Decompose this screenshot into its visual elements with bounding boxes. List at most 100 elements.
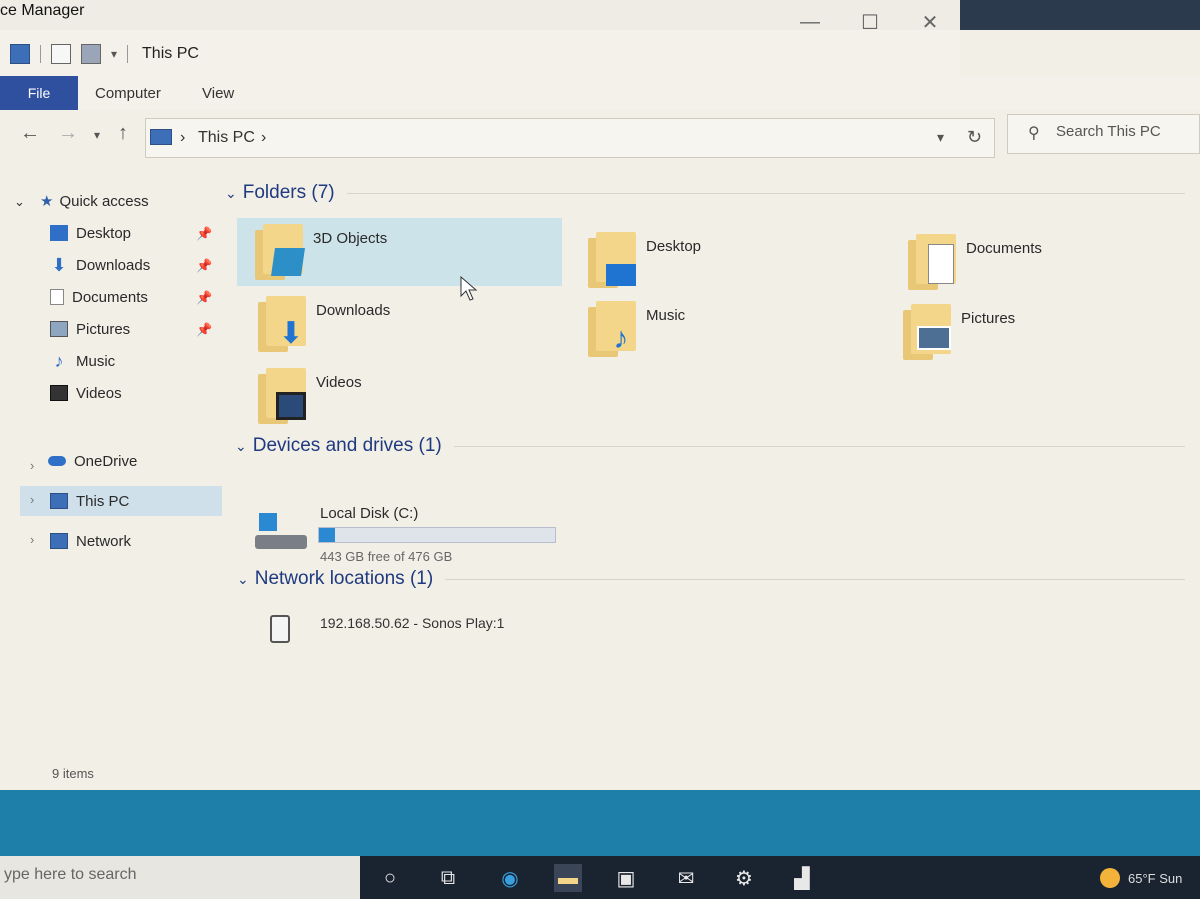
folder-label: 3D Objects bbox=[313, 230, 388, 247]
chevron-down-icon: ⌄ bbox=[225, 184, 237, 201]
document-icon bbox=[50, 289, 64, 305]
picture-icon bbox=[50, 321, 68, 337]
address-bar[interactable]: › This PC › ▾ ↻ bbox=[145, 118, 995, 158]
group-title: Network locations (1) bbox=[254, 568, 434, 589]
file-explorer-window: ▾ This PC — ☐ ✕ File Computer View ← → ▾… bbox=[0, 11, 1200, 790]
nav-item-documents[interactable]: Documents bbox=[50, 282, 148, 312]
back-arrow-icon[interactable]: ← bbox=[20, 122, 40, 145]
file-explorer-icon[interactable]: ▬ bbox=[554, 864, 582, 892]
recent-locations-icon[interactable]: ▾ bbox=[94, 128, 100, 142]
app-icon[interactable]: ▟ bbox=[788, 864, 816, 892]
tab-computer[interactable]: Computer bbox=[95, 76, 161, 110]
folder-label: Downloads bbox=[316, 302, 391, 319]
nav-label: This PC bbox=[76, 492, 130, 510]
nav-label: Downloads bbox=[76, 256, 151, 274]
pin-icon[interactable]: 📌 bbox=[196, 226, 212, 242]
refresh-icon[interactable]: ↻ bbox=[967, 127, 982, 148]
address-row: ← → ▾ ↑ › This PC › ▾ ↻ ⚲ bbox=[0, 114, 1200, 164]
nav-item-this-pc[interactable]: This PC bbox=[20, 486, 222, 516]
nav-quick-access[interactable]: ★ Quick access bbox=[40, 186, 149, 216]
customize-dropdown-icon[interactable]: ▾ bbox=[111, 47, 117, 61]
chevron-right-icon[interactable]: › bbox=[30, 458, 34, 473]
folder-tile[interactable]: ⬇ Downloads bbox=[240, 290, 565, 358]
drive-name: Local Disk (C:) bbox=[320, 505, 419, 522]
new-folder-icon[interactable] bbox=[81, 44, 101, 64]
pin-icon[interactable]: 📌 bbox=[196, 258, 212, 274]
tab-view[interactable]: View bbox=[202, 76, 234, 110]
up-arrow-icon[interactable]: ↑ bbox=[118, 122, 128, 145]
chevron-right-icon[interactable]: › bbox=[30, 492, 34, 507]
drive-usage-bar bbox=[318, 527, 556, 543]
weather-widget[interactable]: 65°F Sun bbox=[1100, 868, 1182, 888]
nav-label: Music bbox=[76, 352, 116, 370]
chevron-right-icon[interactable]: › bbox=[30, 532, 34, 547]
taskbar-search-input[interactable] bbox=[4, 866, 344, 884]
pin-icon[interactable]: 📌 bbox=[196, 290, 212, 306]
drive-free-space: 443 GB free of 476 GB bbox=[320, 549, 453, 564]
cortana-icon[interactable]: ○ bbox=[376, 864, 404, 892]
folder-tile[interactable]: 3D Objects bbox=[237, 218, 562, 286]
tab-file[interactable]: File bbox=[0, 76, 78, 110]
nav-label: OneDrive bbox=[74, 452, 138, 470]
settings-gear-icon[interactable]: ⚙ bbox=[730, 864, 758, 892]
nav-item-pictures[interactable]: Pictures bbox=[50, 314, 130, 344]
nav-item-videos[interactable]: Videos bbox=[50, 378, 122, 408]
toolbar-separator bbox=[127, 45, 129, 63]
folder-tile[interactable]: ♪ Music bbox=[570, 295, 895, 363]
folder-label: Desktop bbox=[646, 238, 702, 255]
weather-text: 65°F Sun bbox=[1128, 870, 1183, 886]
task-view-icon[interactable]: ⧉ bbox=[434, 864, 462, 892]
address-dropdown-icon[interactable]: ▾ bbox=[937, 129, 944, 146]
drive-local-disk[interactable]: Local Disk (C:) 443 GB free of 476 GB bbox=[250, 505, 610, 564]
content-pane: ⌄ Folders (7) 3D Objects Desktop Documen… bbox=[225, 170, 1200, 780]
nav-item-music[interactable]: ♪ Music bbox=[50, 346, 116, 376]
group-header-network[interactable]: ⌄ Network locations (1) bbox=[237, 568, 1185, 590]
this-pc-icon[interactable] bbox=[10, 44, 30, 64]
window-controls: — ☐ ✕ bbox=[780, 0, 960, 44]
group-title: Folders (7) bbox=[242, 182, 335, 203]
close-button[interactable]: ✕ bbox=[900, 0, 960, 44]
mail-icon[interactable]: ✉ bbox=[672, 864, 700, 892]
group-header-devices[interactable]: ⌄ Devices and drives (1) bbox=[235, 435, 1185, 457]
folder-tile[interactable]: Videos bbox=[240, 362, 565, 430]
desktop-icon bbox=[50, 225, 68, 241]
forward-arrow-icon[interactable]: → bbox=[58, 122, 78, 145]
folder-tile[interactable]: Documents bbox=[890, 228, 1200, 296]
properties-icon[interactable] bbox=[51, 44, 71, 64]
music-icon: ♪ bbox=[588, 301, 638, 357]
breadcrumb-this-pc[interactable]: This PC bbox=[198, 129, 255, 147]
nav-item-network[interactable]: Network bbox=[50, 526, 131, 556]
ribbon-tabs: File Computer View bbox=[0, 76, 1200, 110]
search-input[interactable] bbox=[1056, 123, 1196, 140]
chevron-down-icon[interactable]: ⌄ bbox=[14, 194, 25, 210]
nav-label: Pictures bbox=[76, 320, 131, 338]
download-arrow-icon: ⬇ bbox=[51, 255, 67, 275]
breadcrumb-separator: › bbox=[180, 129, 186, 146]
taskbar: ○ ⧉ ◉ ▬ ▣ ✉ ⚙ ▟ 65°F Sun bbox=[0, 856, 1200, 899]
maximize-button[interactable]: ☐ bbox=[840, 0, 900, 44]
search-box[interactable]: ⚲ bbox=[1007, 114, 1200, 154]
store-icon[interactable]: ▣ bbox=[612, 864, 640, 892]
folder-tile[interactable]: Desktop bbox=[570, 226, 895, 294]
hard-drive-icon bbox=[255, 513, 307, 553]
nav-label: Desktop bbox=[76, 224, 132, 242]
edge-browser-icon[interactable]: ◉ bbox=[496, 864, 524, 892]
navigation-pane: ⌄ ★ Quick access Desktop 📌 ⬇ Downloads 📌… bbox=[0, 180, 225, 780]
speaker-icon bbox=[270, 615, 290, 643]
minimize-button[interactable]: — bbox=[780, 0, 840, 44]
breadcrumb-separator[interactable]: › bbox=[261, 129, 266, 147]
film-icon bbox=[50, 385, 68, 401]
search-icon: ⚲ bbox=[1028, 125, 1040, 142]
sun-icon bbox=[1100, 868, 1120, 888]
folder-tile[interactable]: Pictures bbox=[885, 298, 1200, 366]
nav-item-desktop[interactable]: Desktop bbox=[50, 218, 131, 248]
nav-item-onedrive[interactable]: OneDrive bbox=[48, 446, 137, 476]
nav-item-downloads[interactable]: ⬇ Downloads bbox=[50, 250, 150, 280]
pin-icon[interactable]: 📌 bbox=[196, 322, 212, 338]
group-header-folders[interactable]: ⌄ Folders (7) bbox=[225, 182, 1185, 204]
documents-icon bbox=[908, 234, 958, 290]
title-bar: ▾ This PC — ☐ ✕ bbox=[0, 11, 960, 78]
nav-label: Network bbox=[76, 532, 132, 550]
taskbar-search-box[interactable] bbox=[0, 856, 360, 899]
status-item-count: 9 items bbox=[52, 766, 94, 781]
